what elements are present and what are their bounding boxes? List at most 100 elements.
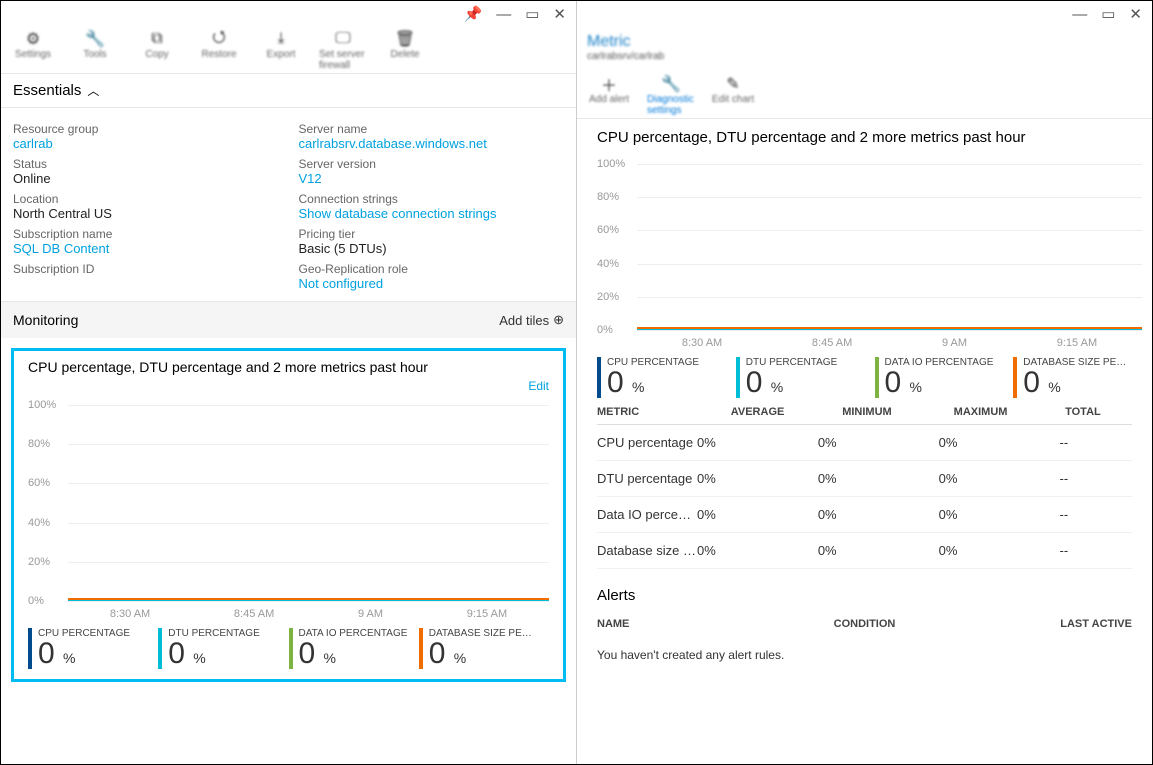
table-cell: CPU percentage	[597, 435, 697, 450]
field-value[interactable]: carlrabsrv.database.windows.net	[299, 136, 565, 151]
toolbar-diagnostic-settings[interactable]: 🔧Diagnostic settings	[647, 74, 695, 116]
field-label: Server version	[299, 157, 565, 171]
field-value[interactable]: SQL DB Content	[13, 241, 279, 256]
x-tick-label: 8:45 AM	[812, 337, 852, 349]
table-cell: 0%	[818, 435, 939, 450]
metric-card: CPU PERCENTAGE0 %	[28, 628, 158, 669]
grid-line	[68, 562, 549, 563]
toolbar-copy[interactable]: ⧉Copy	[133, 29, 181, 71]
right-toolbar: ＋Add alert 🔧Diagnostic settings ✎Edit char…	[577, 68, 1152, 119]
maximize-icon[interactable]: ▭	[525, 5, 539, 23]
x-axis-right: 8:30 AM8:45 AM9 AM9:15 AM	[637, 337, 1142, 349]
blade-title: Metric	[587, 33, 1142, 51]
y-tick-label: 20%	[28, 556, 50, 568]
table-cell: Database size pe...	[597, 543, 697, 558]
metric-value: 0 %	[746, 368, 875, 398]
window-controls-right: — ▭ ✕	[577, 1, 1152, 23]
grid-line	[637, 297, 1142, 298]
table-row: CPU percentage0%0%0%--	[597, 425, 1132, 461]
table-cell: 0%	[939, 543, 1060, 558]
x-tick-label: 8:30 AM	[110, 608, 150, 620]
grid-line	[637, 330, 1142, 331]
metric-card: DATA IO PERCENTAGE0 %	[289, 628, 419, 669]
grid-line	[637, 264, 1142, 265]
pin-icon[interactable]: 📌	[464, 5, 483, 23]
y-tick-label: 80%	[597, 191, 619, 203]
table-header-cell: AVERAGE	[731, 406, 842, 418]
grid-line	[68, 601, 549, 602]
table-cell: 0%	[939, 435, 1060, 450]
toolbar-tools[interactable]: 🔧Tools	[71, 29, 119, 71]
toolbar-edit-chart[interactable]: ✎Edit chart	[709, 74, 757, 116]
metric-card: DATABASE SIZE PERCENT...0 %	[419, 628, 549, 669]
table-header-row: METRICAVERAGEMINIMUMMAXIMUMTOTAL	[597, 406, 1132, 425]
edit-chart-link[interactable]: Edit	[28, 379, 549, 393]
minimize-icon[interactable]: —	[1072, 6, 1087, 23]
metric-blade: — ▭ ✕ Metric carlrabsrv/carlrab ＋Add ale…	[577, 1, 1152, 764]
plus-circle-icon: ⊕	[553, 312, 564, 328]
x-tick-label: 9 AM	[942, 337, 967, 349]
table-header-cell: METRIC	[597, 406, 731, 418]
toolbar-set-server-firewall[interactable]: 🖵Set server firewall	[319, 29, 367, 71]
metric-card: DTU PERCENTAGE0 %	[158, 628, 288, 669]
table-cell: Data IO percenta...	[597, 507, 697, 522]
field-label: Pricing tier	[299, 227, 565, 241]
metric-value: 0 %	[607, 368, 736, 398]
metric-card: DTU PERCENTAGE0 %	[736, 357, 875, 398]
alerts-header-cell: CONDITION	[775, 618, 953, 630]
close-icon[interactable]: ✕	[1129, 5, 1142, 23]
field-label: Geo-Replication role	[299, 262, 565, 276]
metric-card: DATA IO PERCENTAGE0 %	[875, 357, 1014, 398]
table-row: Data IO percenta...0%0%0%--	[597, 497, 1132, 533]
y-tick-label: 20%	[597, 291, 619, 303]
table-cell: 0%	[697, 471, 818, 486]
series-line	[637, 327, 1142, 329]
field-value: Basic (5 DTUs)	[299, 241, 565, 256]
field-value[interactable]: Not configured	[299, 276, 565, 291]
table-cell: 0%	[818, 543, 939, 558]
metric-card: DATABASE SIZE PERCENT...0 %	[1013, 357, 1152, 398]
grid-line	[68, 483, 549, 484]
field-label: Connection strings	[299, 192, 565, 206]
toolbar-add-alert[interactable]: ＋Add alert	[585, 74, 633, 116]
export-icon: ⤓	[271, 29, 291, 49]
x-tick-label: 8:30 AM	[682, 337, 722, 349]
field-label: Status	[13, 157, 279, 171]
add-tiles-button[interactable]: Add tiles ⊕	[499, 312, 564, 328]
restore-icon: ⭯	[209, 29, 229, 49]
field-label: Subscription ID	[13, 262, 279, 276]
x-tick-label: 9:15 AM	[467, 608, 507, 620]
table-row: Database size pe...0%0%0%--	[597, 533, 1132, 569]
table-header-cell: TOTAL	[1065, 406, 1132, 418]
toolbar-restore[interactable]: ⭯Restore	[195, 29, 243, 71]
table-cell: DTU percentage	[597, 471, 697, 486]
x-tick-label: 8:45 AM	[234, 608, 274, 620]
grid-line	[637, 164, 1142, 165]
table-cell: 0%	[818, 471, 939, 486]
close-icon[interactable]: ✕	[553, 5, 566, 23]
chart-tile-title: CPU percentage, DTU percentage and 2 mor…	[28, 359, 549, 375]
database-blade: 📌 — ▭ ✕ ⚙Settings 🔧Tools ⧉Copy ⭯Restore ⤓Exp…	[1, 1, 577, 764]
field-label: Server name	[299, 122, 565, 136]
toolbar-export[interactable]: ⤓Export	[257, 29, 305, 71]
chart-tile[interactable]: CPU percentage, DTU percentage and 2 mor…	[11, 348, 566, 682]
toolbar-settings[interactable]: ⚙Settings	[9, 29, 57, 71]
x-tick-label: 9 AM	[358, 608, 383, 620]
field-value[interactable]: carlrab	[13, 136, 279, 151]
field-value[interactable]: Show database connection strings	[299, 206, 565, 221]
y-tick-label: 100%	[597, 158, 625, 170]
essentials-body: Resource groupcarlrabStatusOnlineLocatio…	[1, 108, 576, 302]
tools-icon: 🔧	[85, 29, 105, 49]
minimize-icon[interactable]: —	[496, 6, 511, 23]
set-server-firewall-icon: 🖵	[333, 29, 353, 49]
alerts-header: Alerts	[577, 569, 1152, 612]
metric-legend-right: CPU PERCENTAGE0 %DTU PERCENTAGE0 %DATA I…	[597, 357, 1152, 398]
alerts-header-cell: LAST ACTIVE	[954, 618, 1132, 630]
field-value[interactable]: V12	[299, 171, 565, 186]
grid-line	[637, 230, 1142, 231]
y-tick-label: 100%	[28, 399, 56, 411]
maximize-icon[interactable]: ▭	[1101, 5, 1115, 23]
toolbar-delete[interactable]: 🗑Delete	[381, 29, 429, 71]
essentials-header[interactable]: Essentials ︿	[1, 74, 576, 108]
y-tick-label: 0%	[597, 324, 613, 336]
